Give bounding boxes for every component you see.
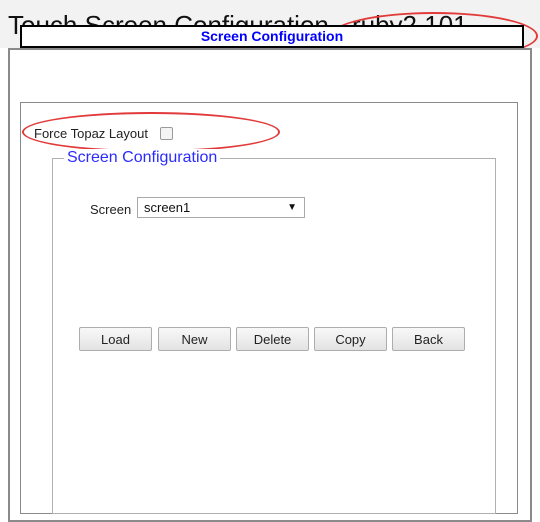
back-button[interactable]: Back bbox=[392, 327, 465, 351]
chevron-down-icon: ▼ bbox=[287, 202, 297, 213]
delete-button[interactable]: Delete bbox=[236, 327, 309, 351]
screen-select-value: screen1 bbox=[144, 200, 191, 215]
new-button[interactable]: New bbox=[158, 327, 231, 351]
load-button[interactable]: Load bbox=[79, 327, 152, 351]
header-title: Screen Configuration bbox=[200, 28, 344, 44]
annotation-circle-force-topaz bbox=[22, 112, 280, 152]
header-bar: Screen Configuration bbox=[20, 25, 524, 48]
screen-select[interactable]: screen1 ▼ bbox=[137, 197, 305, 218]
copy-button[interactable]: Copy bbox=[314, 327, 387, 351]
screen-label: Screen bbox=[90, 202, 132, 217]
fieldset-legend: Screen Configuration bbox=[64, 149, 221, 167]
